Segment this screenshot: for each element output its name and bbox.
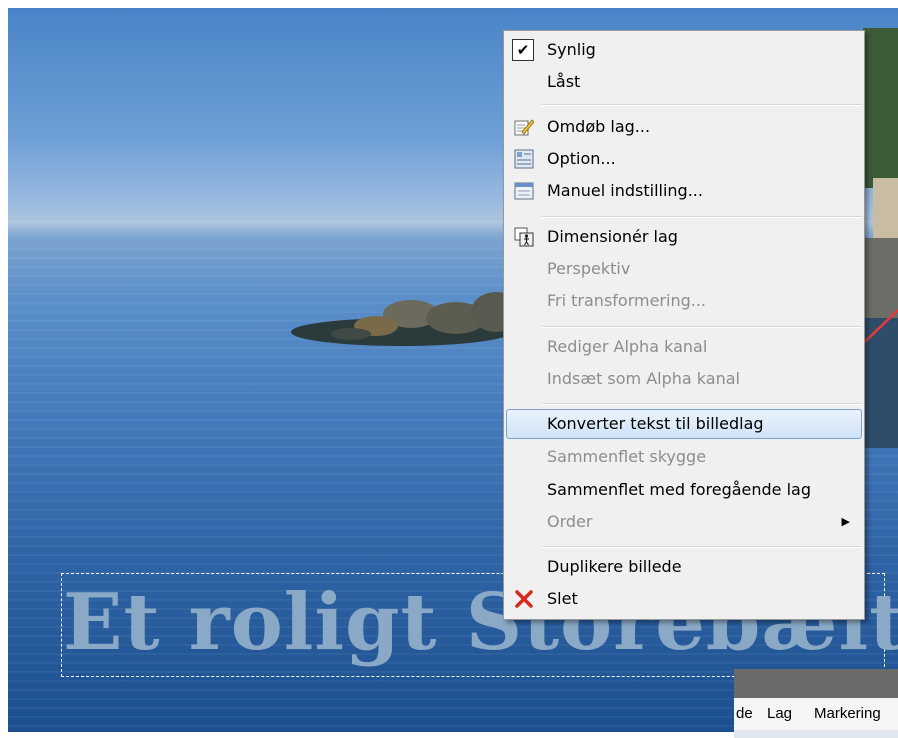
menu-item-label: Manuel indstilling...: [547, 181, 703, 200]
menu-item-konverter-tekst-til-billedlag[interactable]: Konverter tekst til billedlag: [506, 409, 862, 439]
menu-item-label: Synlig: [547, 40, 596, 59]
menu-item-duplikere-billede[interactable]: Duplikere billede: [506, 552, 862, 582]
menu-item-sammenflet-med-foregaaende-lag[interactable]: Sammenflet med foregående lag: [506, 475, 862, 505]
resize-layer-icon: [514, 227, 534, 247]
menu-item-label: Fri transformering...: [547, 291, 707, 310]
menu-item-label: Sammenflet skygge: [547, 447, 707, 466]
menu-item-label: Låst: [547, 72, 581, 91]
menu-item-omdob-lag[interactable]: Omdøb lag...: [506, 112, 862, 142]
option-icon: [514, 149, 534, 169]
menu-item-label: Perspektiv: [547, 259, 631, 278]
menu-item-label: Slet: [547, 589, 578, 608]
menu-separator: [542, 546, 862, 548]
menu-item-slet[interactable]: Slet: [506, 584, 862, 614]
menu-item-fri-transformering[interactable]: Fri transformering...: [506, 286, 862, 316]
rename-icon: [514, 119, 534, 136]
menu-separator: [542, 216, 862, 218]
rocks-image: [291, 292, 521, 346]
cliff-image: [863, 28, 898, 448]
menu-separator: [542, 403, 862, 405]
menu-separator: [542, 104, 862, 106]
menu-item-label: Rediger Alpha kanal: [547, 337, 708, 356]
menu-item-label: Order: [547, 512, 593, 531]
menubar-item-lag[interactable]: Lag: [767, 698, 792, 730]
layer-context-menu: ✔ Synlig Låst Omdøb lag... Option... Man…: [503, 30, 865, 620]
menubar-item-de[interactable]: de: [736, 698, 753, 730]
delete-x-icon: [515, 590, 533, 608]
menu-item-label: Indsæt som Alpha kanal: [547, 369, 740, 388]
menu-item-label: Dimensionér lag: [547, 227, 678, 246]
manual-settings-icon: [514, 182, 534, 200]
menu-item-synlig[interactable]: ✔ Synlig: [506, 35, 862, 65]
menubar-item-markering[interactable]: Markering: [814, 698, 881, 730]
toolbar-strip: [734, 730, 898, 738]
menu-item-label: Option...: [547, 149, 616, 168]
menu-item-label: Omdøb lag...: [547, 117, 651, 136]
menu-item-dimensioner-lag[interactable]: Dimensionér lag: [506, 222, 862, 252]
menu-item-laast[interactable]: Låst: [506, 67, 862, 97]
menu-item-label: Duplikere billede: [547, 557, 682, 576]
menu-item-sammenflet-skygge[interactable]: Sammenflet skygge: [506, 442, 862, 472]
menu-item-order[interactable]: Order ▶: [506, 507, 862, 537]
menu-item-label: Konverter tekst til billedlag: [547, 414, 764, 433]
menu-item-option[interactable]: Option...: [506, 144, 862, 174]
submenu-arrow-icon: ▶: [841, 515, 850, 528]
app-menubar: de Lag Markering: [734, 698, 898, 730]
menu-separator: [542, 326, 862, 328]
menu-item-manuel-indstilling[interactable]: Manuel indstilling...: [506, 176, 862, 206]
menu-item-rediger-alpha-kanal[interactable]: Rediger Alpha kanal: [506, 332, 862, 362]
checkmark-icon: ✔: [512, 39, 534, 61]
menu-item-indsaet-som-alpha-kanal[interactable]: Indsæt som Alpha kanal: [506, 364, 862, 394]
app-window-fragment: de Lag Markering: [734, 669, 898, 738]
menu-item-perspektiv[interactable]: Perspektiv: [506, 254, 862, 284]
menu-item-label: Sammenflet med foregående lag: [547, 480, 811, 499]
